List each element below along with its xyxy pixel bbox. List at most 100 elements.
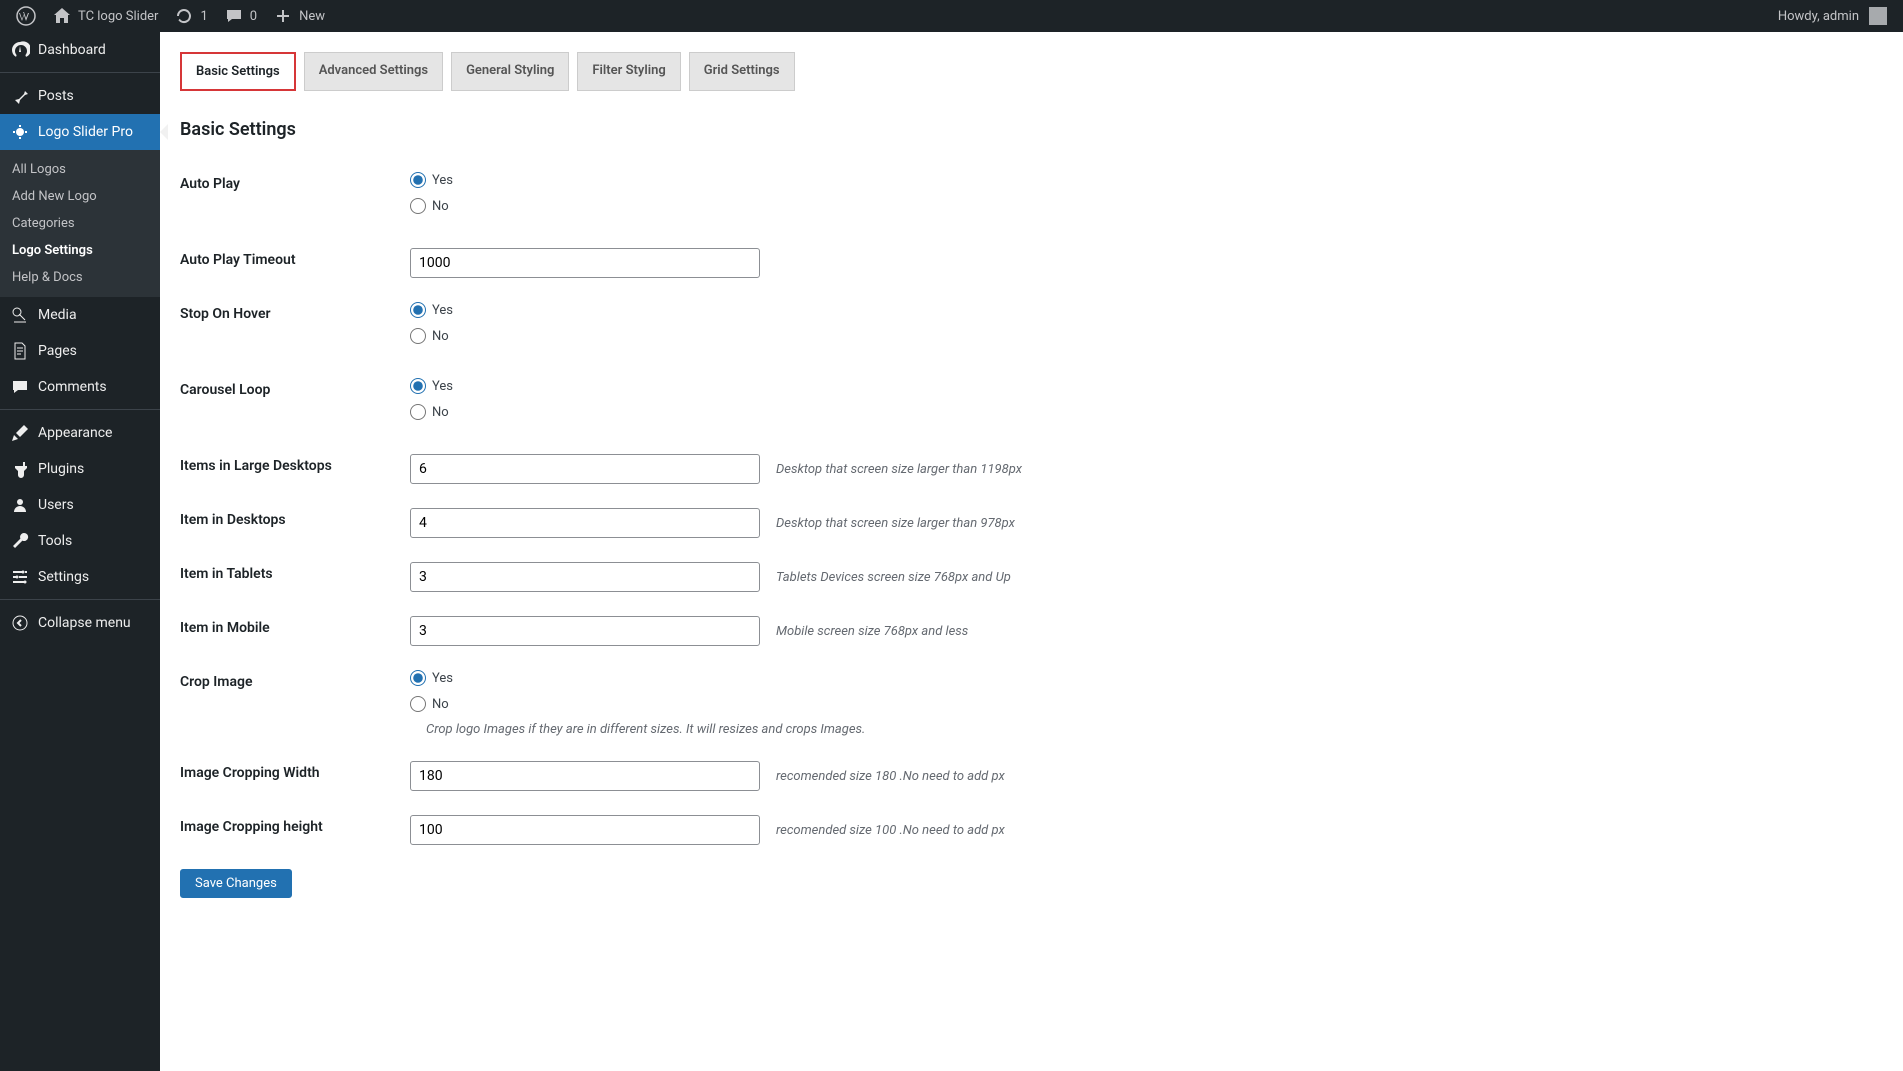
items-mobile-input[interactable] [410, 616, 760, 646]
menu-settings-label: Settings [38, 569, 89, 585]
auto-play-yes[interactable] [410, 172, 426, 188]
menu-posts[interactable]: Posts [0, 78, 160, 114]
comments-link[interactable]: 0 [216, 0, 265, 32]
menu-media[interactable]: Media [0, 297, 160, 333]
menu-separator [0, 68, 160, 73]
menu-pages-label: Pages [38, 343, 77, 359]
new-label: New [299, 9, 325, 24]
site-name-link[interactable]: TC logo Slider [44, 0, 166, 32]
crop-width-input[interactable] [410, 761, 760, 791]
menu-media-label: Media [38, 307, 77, 323]
items-mobile-desc: Mobile screen size 768px and less [776, 624, 968, 639]
updates-count: 1 [200, 9, 207, 24]
wrench-icon [10, 531, 30, 551]
comments-count: 0 [250, 9, 257, 24]
section-title: Basic Settings [180, 119, 1883, 140]
admin-toolbar-left: TC logo Slider 1 0 New [8, 0, 333, 32]
admin-toolbar-right: Howdy, admin [1770, 0, 1895, 32]
collapse-menu-label: Collapse menu [38, 615, 131, 631]
home-icon [52, 6, 72, 26]
submenu-add-new-logo[interactable]: Add New Logo [0, 183, 160, 210]
submenu-categories[interactable]: Categories [0, 210, 160, 237]
menu-appearance[interactable]: Appearance [0, 415, 160, 451]
site-name: TC logo Slider [78, 9, 158, 24]
menu-settings[interactable]: Settings [0, 559, 160, 595]
collapse-icon [10, 613, 30, 633]
carousel-loop-label: Carousel Loop [180, 366, 400, 442]
plus-icon [273, 6, 293, 26]
howdy-text: Howdy, admin [1778, 9, 1859, 24]
menu-plugins-label: Plugins [38, 461, 84, 477]
carousel-loop-yes-label: Yes [432, 379, 453, 394]
items-mobile-label: Item in Mobile [180, 604, 400, 658]
items-large-label: Items in Large Desktops [180, 442, 400, 496]
menu-dashboard[interactable]: Dashboard [0, 32, 160, 68]
admin-sidebar: Dashboard Posts Logo Slider Pro All Logo… [0, 32, 160, 1071]
menu-pages[interactable]: Pages [0, 333, 160, 369]
auto-play-timeout-label: Auto Play Timeout [180, 236, 400, 290]
items-tablet-input[interactable] [410, 562, 760, 592]
menu-logo-slider-pro[interactable]: Logo Slider Pro [0, 114, 160, 150]
menu-users-label: Users [38, 497, 74, 513]
auto-play-timeout-input[interactable] [410, 248, 760, 278]
menu-logo-slider-pro-label: Logo Slider Pro [38, 124, 133, 140]
tab-filter-styling[interactable]: Filter Styling [577, 52, 680, 91]
items-large-input[interactable] [410, 454, 760, 484]
sliders-icon [10, 567, 30, 587]
submenu-logo-settings[interactable]: Logo Settings [0, 237, 160, 264]
items-tablet-desc: Tablets Devices screen size 768px and Up [776, 570, 1011, 585]
tab-advanced-settings[interactable]: Advanced Settings [304, 52, 443, 91]
crop-image-no[interactable] [410, 696, 426, 712]
tab-grid-settings[interactable]: Grid Settings [689, 52, 795, 91]
media-icon [10, 305, 30, 325]
carousel-loop-no[interactable] [410, 404, 426, 420]
settings-form: Auto Play Yes No Auto Play Timeout Stop … [180, 160, 1883, 857]
stop-on-hover-yes-label: Yes [432, 303, 453, 318]
submenu-help-docs[interactable]: Help & Docs [0, 264, 160, 291]
save-changes-button[interactable]: Save Changes [180, 869, 292, 898]
menu-users[interactable]: Users [0, 487, 160, 523]
menu-posts-label: Posts [38, 88, 74, 104]
tab-basic-settings[interactable]: Basic Settings [180, 52, 296, 91]
collapse-menu[interactable]: Collapse menu [0, 605, 160, 641]
updates-icon [174, 6, 194, 26]
crop-image-no-label: No [432, 697, 449, 712]
new-content-link[interactable]: New [265, 0, 333, 32]
stop-on-hover-no[interactable] [410, 328, 426, 344]
crop-height-input[interactable] [410, 815, 760, 845]
menu-dashboard-label: Dashboard [38, 42, 106, 58]
wp-logo[interactable] [8, 0, 44, 32]
carousel-loop-no-label: No [432, 405, 449, 420]
stop-on-hover-yes[interactable] [410, 302, 426, 318]
updates-link[interactable]: 1 [166, 0, 215, 32]
carousel-loop-yes[interactable] [410, 378, 426, 394]
auto-play-no[interactable] [410, 198, 426, 214]
items-large-desc: Desktop that screen size larger than 119… [776, 462, 1022, 477]
pin-icon [10, 86, 30, 106]
items-desktop-desc: Desktop that screen size larger than 978… [776, 516, 1015, 531]
crop-image-yes[interactable] [410, 670, 426, 686]
menu-plugins[interactable]: Plugins [0, 451, 160, 487]
tab-general-styling[interactable]: General Styling [451, 52, 569, 91]
page-icon [10, 341, 30, 361]
menu-comments-label: Comments [38, 379, 107, 395]
items-desktop-input[interactable] [410, 508, 760, 538]
crop-width-label: Image Cropping Width [180, 749, 400, 803]
auto-play-label: Auto Play [180, 160, 400, 236]
menu-tools[interactable]: Tools [0, 523, 160, 559]
plug-icon [10, 459, 30, 479]
settings-tabs: Basic Settings Advanced Settings General… [180, 52, 1883, 101]
menu-comments[interactable]: Comments [0, 369, 160, 405]
auto-play-yes-label: Yes [432, 173, 453, 188]
crop-image-desc: Crop logo Images if they are in differen… [426, 722, 1873, 737]
auto-play-no-label: No [432, 199, 449, 214]
crop-image-label: Crop Image [180, 658, 400, 749]
items-tablet-label: Item in Tablets [180, 550, 400, 604]
user-icon [10, 495, 30, 515]
submenu-all-logos[interactable]: All Logos [0, 156, 160, 183]
admin-toolbar: TC logo Slider 1 0 New Howdy, admin [0, 0, 1903, 32]
my-account[interactable]: Howdy, admin [1770, 0, 1895, 32]
crop-height-label: Image Cropping height [180, 803, 400, 857]
brush-icon [10, 423, 30, 443]
comment-icon [10, 377, 30, 397]
